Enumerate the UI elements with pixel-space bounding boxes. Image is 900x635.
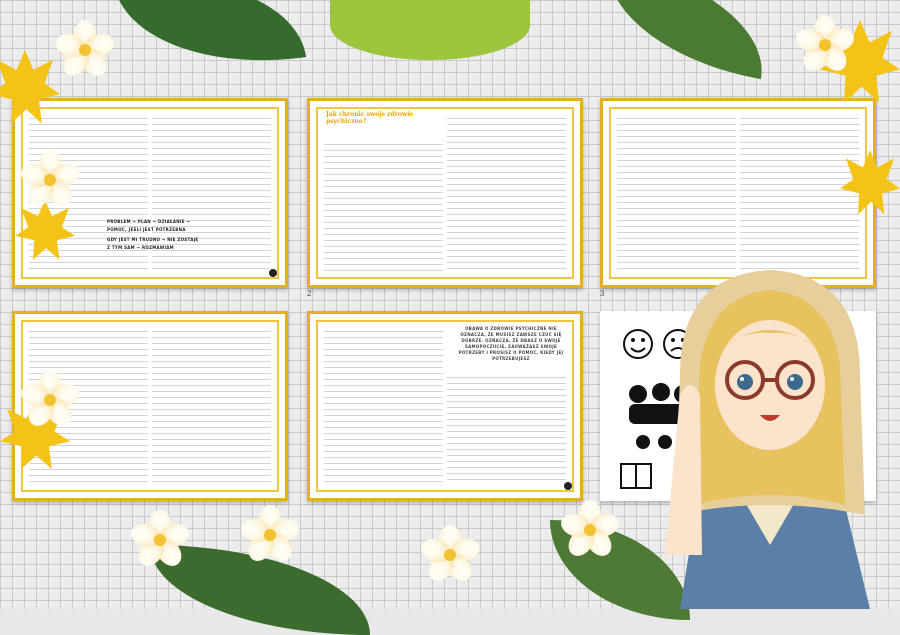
text-column bbox=[447, 115, 566, 271]
text-column bbox=[617, 115, 736, 271]
page-text: POMOC, JEŚLI JEST POTRZEBNA bbox=[107, 227, 186, 232]
page-title: Jak chronić swoje zdrowie psychiczne? bbox=[326, 111, 414, 125]
text-column bbox=[447, 374, 566, 484]
quote-text: OBAWA O ZDROWIE PSYCHICZNE NIE OZNACZA, … bbox=[458, 326, 564, 361]
plumeria-flower bbox=[53, 20, 117, 81]
page-text: PROBLEM → PLAN → DZIAŁANIE → bbox=[107, 219, 191, 224]
worksheet-page-2[interactable]: Jak chronić swoje zdrowie psychiczne? bbox=[307, 98, 583, 288]
page-text: GDY JEST MI TRUDNO → NIE ZOSTAJĘ bbox=[107, 237, 199, 242]
page-text: Z TYM SAM → ROZMAWIAM bbox=[107, 245, 174, 250]
plumeria-flower bbox=[128, 510, 192, 571]
plumeria-flower bbox=[418, 525, 482, 586]
text-column bbox=[324, 328, 443, 484]
plumeria-flower bbox=[793, 15, 857, 76]
page-number: 2 bbox=[307, 289, 312, 298]
text-column bbox=[740, 115, 859, 271]
plumeria-flower bbox=[18, 150, 82, 211]
page-icon bbox=[564, 482, 572, 490]
text-column bbox=[324, 141, 443, 271]
plumeria-flower bbox=[18, 370, 82, 431]
cartoon-teacher-illustration bbox=[665, 270, 870, 609]
plumeria-flower bbox=[558, 500, 622, 561]
text-column bbox=[152, 328, 271, 484]
page-icon bbox=[269, 269, 277, 277]
worksheet-page-5[interactable]: OBAWA O ZDROWIE PSYCHICZNE NIE OZNACZA, … bbox=[307, 311, 583, 501]
page-number: 3 bbox=[600, 289, 605, 298]
plumeria-flower bbox=[238, 505, 302, 566]
